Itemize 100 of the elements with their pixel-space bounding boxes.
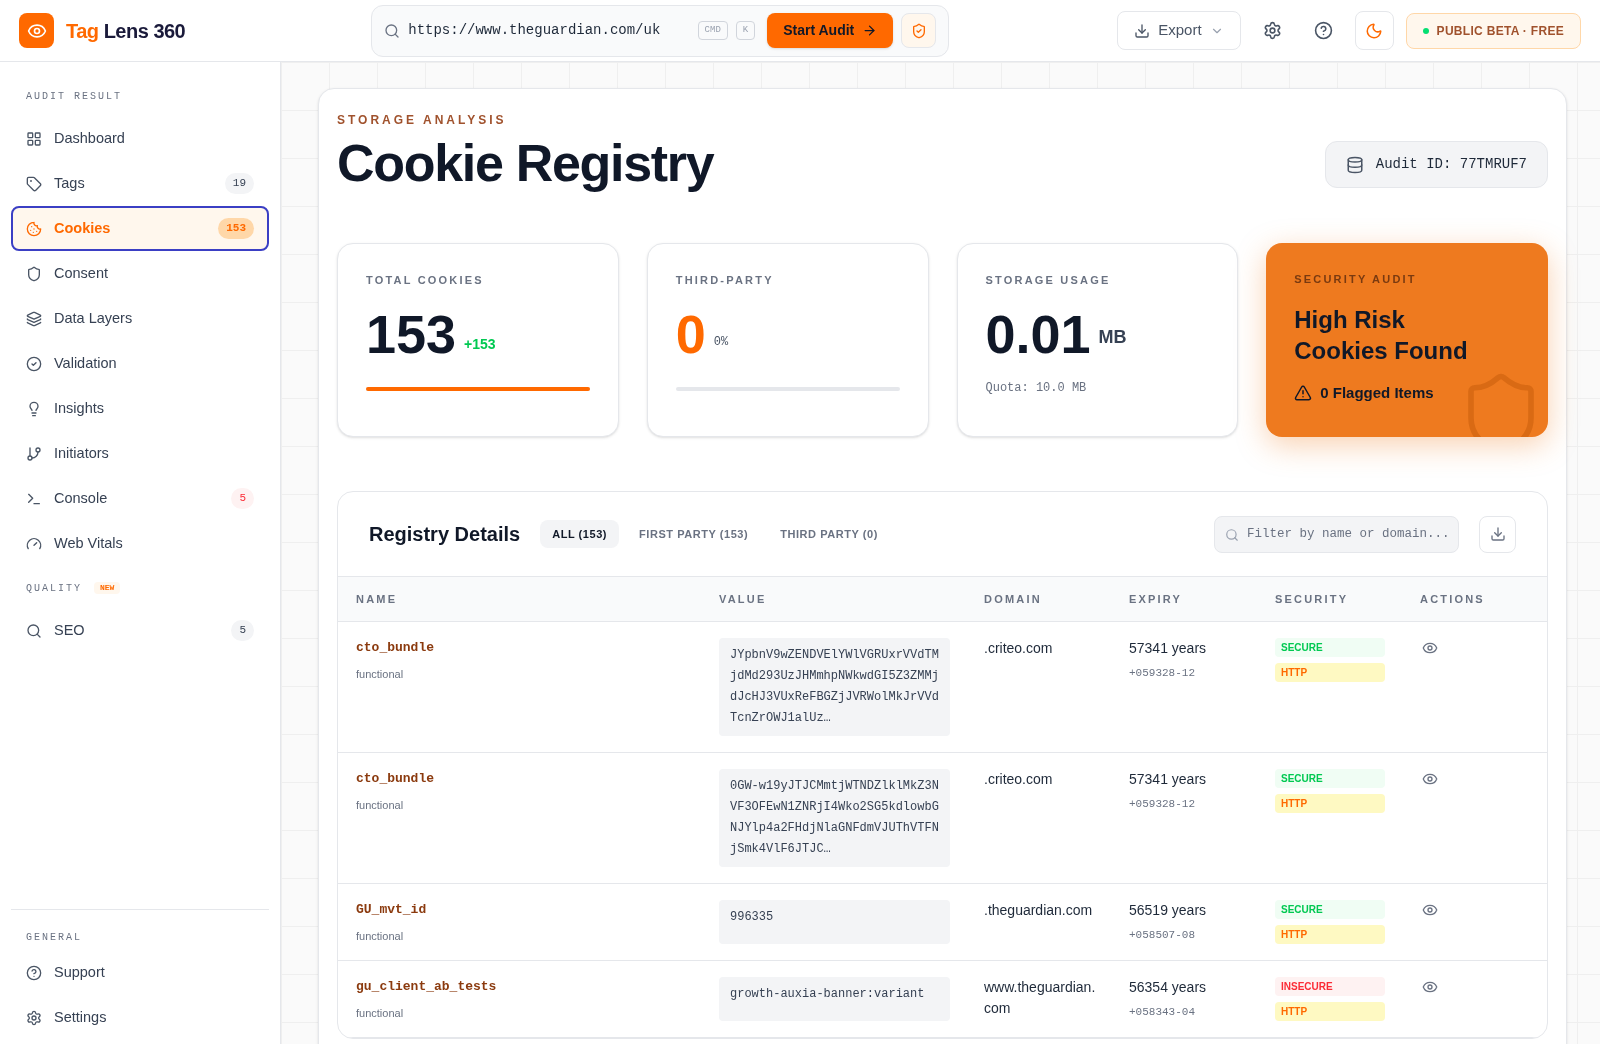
stat-label: STORAGE USAGE xyxy=(985,273,1112,288)
cookie-domain: www.theguardian.com xyxy=(984,978,1097,1018)
eye-icon xyxy=(1422,771,1438,787)
help-icon xyxy=(1313,21,1333,40)
column-header: SECURITY xyxy=(1275,591,1350,607)
expiry-date: +059328-12 xyxy=(1129,797,1196,812)
cookie-domain: .criteo.com xyxy=(984,639,1054,658)
cookie-domain: .criteo.com xyxy=(984,770,1054,789)
sidebar-item[interactable]: SEO 5 xyxy=(11,608,269,653)
cookie-category: functional xyxy=(356,666,405,682)
cookie-value: growth-auxia-banner:variant xyxy=(719,977,950,1021)
column-header: VALUE xyxy=(719,591,768,607)
expiry-text: 57341 years xyxy=(1129,770,1208,789)
sidebar-item[interactable]: Validation xyxy=(11,341,269,386)
sidebar-item[interactable]: Settings xyxy=(11,995,269,1040)
cookie-name: cto_bundle xyxy=(356,639,435,657)
filter-tab[interactable]: THIRD PARTY (0) xyxy=(768,520,890,548)
layers-icon xyxy=(26,310,42,327)
cookie-value: 996335 xyxy=(719,900,950,944)
cookie-category: functional xyxy=(356,1005,405,1021)
cookie-category: functional xyxy=(356,928,405,944)
audit-id-badge: Audit ID: 77TMRUF7 xyxy=(1324,141,1548,188)
stat-unit: MB xyxy=(1098,325,1127,349)
sidebar-item[interactable]: Console 5 xyxy=(11,476,269,521)
expiry-date: +058507-08 xyxy=(1129,928,1196,943)
settings-icon xyxy=(1262,21,1282,40)
beta-badge: PUBLIC BETA · FREE xyxy=(1405,12,1581,49)
sidebar-item[interactable]: Support xyxy=(11,950,269,995)
expiry-text: 56354 years xyxy=(1129,978,1208,997)
stat-unit: 0% xyxy=(713,333,729,351)
cookie-name: GU_mvt_id xyxy=(356,901,428,919)
url-field[interactable]: https://www.theguardian.com/uk xyxy=(408,20,690,41)
view-button[interactable] xyxy=(1422,771,1438,787)
settings-icon xyxy=(26,1009,42,1026)
flagged-count: 0 Flagged Items xyxy=(1320,382,1434,403)
sidebar-item[interactable]: Web Vitals xyxy=(11,521,269,566)
stat-value: 153 xyxy=(366,304,457,363)
eye-icon xyxy=(1422,902,1438,918)
security-flag: HTTP xyxy=(1275,925,1385,944)
cookie-domain: .theguardian.com xyxy=(984,901,1094,920)
filter-tab[interactable]: ALL (153) xyxy=(540,520,620,548)
filter-field[interactable]: Filter by name or domain... xyxy=(1214,515,1459,553)
sidebar-item[interactable]: Insights xyxy=(11,386,269,431)
theme-toggle-button[interactable] xyxy=(1354,11,1394,50)
search-icon xyxy=(384,22,401,39)
cookie-name: gu_client_ab_tests xyxy=(356,978,498,996)
tag-icon xyxy=(26,175,42,192)
download-icon xyxy=(1134,22,1151,39)
check-circle-icon xyxy=(26,355,42,372)
section-heading: QUALITY xyxy=(26,581,82,596)
warning-icon xyxy=(1294,383,1313,402)
branch-icon xyxy=(26,445,42,462)
column-header: ACTIONS xyxy=(1420,591,1486,607)
moon-icon xyxy=(1365,21,1384,40)
start-audit-button[interactable]: Start Audit xyxy=(767,13,894,48)
section-title: Registry Details xyxy=(369,522,521,547)
grid-icon xyxy=(26,130,42,147)
key-hint: K xyxy=(735,20,756,41)
shield-button[interactable] xyxy=(901,13,937,48)
column-header: NAME xyxy=(356,591,399,607)
shield-icon xyxy=(26,265,42,282)
security-flag: HTTP xyxy=(1275,663,1385,682)
sidebar-item[interactable]: Initiators xyxy=(11,431,269,476)
expiry-text: 56519 years xyxy=(1129,901,1208,920)
app-title: Tag Lens 360 xyxy=(66,18,186,44)
security-flag: SECURE xyxy=(1275,638,1385,657)
count-badge: 19 xyxy=(224,173,254,194)
expiry-text: 57341 years xyxy=(1129,639,1208,658)
view-button[interactable] xyxy=(1422,902,1438,918)
expiry-date: +058343-04 xyxy=(1129,1005,1196,1020)
stat-delta: +153 xyxy=(464,334,496,354)
eye-icon xyxy=(1422,979,1438,995)
stat-label: THIRD-PARTY xyxy=(675,273,775,288)
cookie-name: cto_bundle xyxy=(356,770,435,788)
section-heading: AUDIT RESULT xyxy=(26,89,122,104)
view-button[interactable] xyxy=(1422,640,1438,656)
logo-icon xyxy=(19,13,54,48)
help-icon xyxy=(26,964,42,981)
filter-tab[interactable]: FIRST PARTY (153) xyxy=(627,520,761,548)
sidebar-item[interactable]: Tags 19 xyxy=(11,161,269,206)
download-button[interactable] xyxy=(1479,515,1516,553)
column-header: EXPIRY xyxy=(1129,591,1184,607)
page-title: Cookie Registry xyxy=(337,133,714,193)
eye-icon xyxy=(1422,640,1438,656)
column-header: DOMAIN xyxy=(984,591,1043,607)
shield-check-icon xyxy=(910,22,927,39)
new-tag: NEW xyxy=(94,582,121,594)
sidebar-item[interactable]: Data Layers xyxy=(11,296,269,341)
search-icon xyxy=(26,622,42,639)
sidebar-item[interactable]: Consent xyxy=(11,251,269,296)
stat-value: 0 xyxy=(675,304,706,363)
count-badge: 153 xyxy=(218,218,254,239)
view-button[interactable] xyxy=(1422,979,1438,995)
count-badge: 5 xyxy=(231,488,254,509)
sidebar-item[interactable]: Dashboard xyxy=(11,116,269,161)
stat-label: SECURITY AUDIT xyxy=(1294,272,1418,287)
page-eyebrow: STORAGE ANALYSIS xyxy=(337,112,508,129)
lightbulb-icon xyxy=(26,400,42,417)
export-button[interactable]: Export xyxy=(1117,11,1241,50)
stat-value: 0.01 xyxy=(985,304,1091,363)
